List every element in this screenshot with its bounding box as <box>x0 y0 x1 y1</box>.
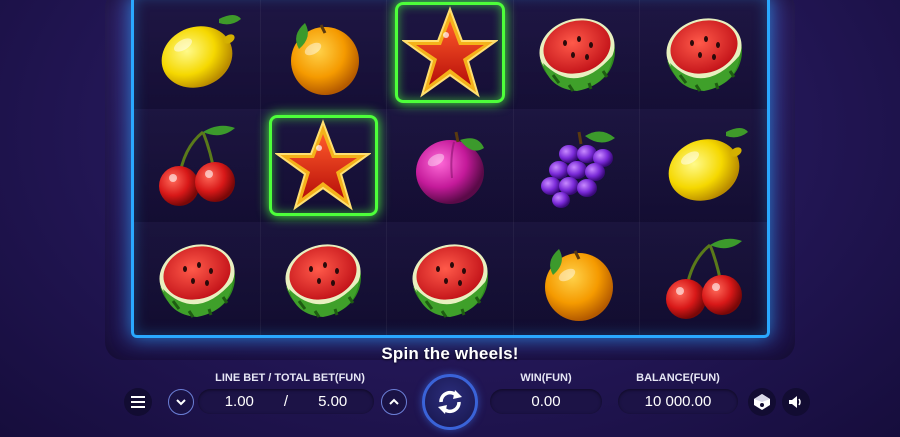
spin-button[interactable] <box>422 374 478 430</box>
watermelon-symbol <box>539 17 615 92</box>
bet-display: 1.00 / 5.00 <box>198 389 374 414</box>
grapes-symbol <box>540 130 615 208</box>
speaker-icon <box>789 396 801 408</box>
reel-cell <box>134 0 261 109</box>
reel-cell <box>513 109 641 222</box>
reel-cell <box>260 109 388 222</box>
total-bet-value: 5.00 <box>318 393 348 410</box>
reel-cell <box>134 109 261 222</box>
orange-symbol <box>291 22 360 95</box>
orange-symbol <box>544 248 613 321</box>
cherries-symbol <box>158 125 235 206</box>
win-label: WIN(FUN) <box>520 372 572 384</box>
reel-cell <box>260 0 388 109</box>
star-symbol <box>401 5 498 97</box>
reel-cell <box>513 0 641 109</box>
plum-symbol <box>415 131 484 204</box>
watermelon-symbol <box>412 243 488 318</box>
reel-cell <box>640 0 767 109</box>
bet-separator: / <box>283 393 289 410</box>
lemon-symbol <box>161 14 241 88</box>
bet-decrease-button[interactable] <box>168 389 194 415</box>
status-message: Spin the wheels! <box>381 344 519 363</box>
autoplay-button[interactable] <box>748 388 776 416</box>
menu-button[interactable] <box>124 388 152 416</box>
reel-cell <box>640 109 767 222</box>
chevron-up-icon <box>389 398 399 405</box>
cherries-symbol <box>665 238 742 319</box>
star-symbol <box>275 118 372 210</box>
reel-cell <box>387 222 514 335</box>
watermelon-symbol <box>666 17 742 92</box>
chevron-down-icon <box>176 399 186 406</box>
reel-grid <box>131 0 770 338</box>
balance-label: BALANCE(FUN) <box>636 372 720 384</box>
win-value: 0.00 <box>490 389 602 414</box>
lemon-symbol <box>668 127 748 201</box>
bet-label: LINE BET / TOTAL BET(FUN) <box>215 372 365 384</box>
balance-value: 10 000.00 <box>618 389 738 414</box>
reel-cell <box>387 0 514 109</box>
reel-cell <box>513 222 641 335</box>
bet-increase-button[interactable] <box>381 389 407 415</box>
reel-cell <box>260 222 388 335</box>
watermelon-symbol <box>159 243 235 318</box>
spin-refresh-icon <box>438 390 462 414</box>
autoplay-icon <box>754 394 770 410</box>
sound-button[interactable] <box>782 388 810 416</box>
watermelon-symbol <box>285 243 362 318</box>
reel-cell <box>387 109 514 222</box>
line-bet-value: 1.00 <box>224 393 254 410</box>
reel-cell <box>134 222 261 335</box>
reel-cell <box>640 222 767 335</box>
menu-icon <box>131 396 145 408</box>
